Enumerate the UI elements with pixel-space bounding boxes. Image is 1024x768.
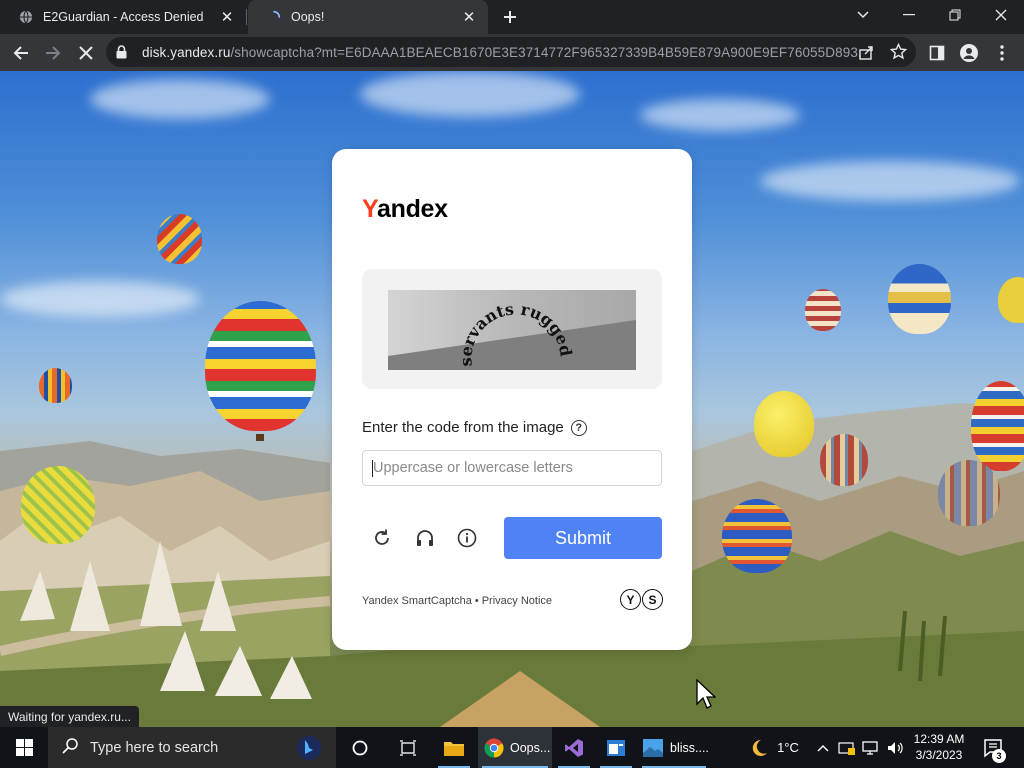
- new-tab-icon[interactable]: [498, 5, 522, 29]
- profile-avatar-icon[interactable]: [954, 38, 984, 68]
- privacy-notice-link[interactable]: Privacy Notice: [482, 595, 552, 607]
- tab-title: E2Guardian - Access Denied: [43, 10, 204, 24]
- url-host: disk.yandex.ru: [142, 45, 231, 60]
- captcha-image-panel: servants rugged: [362, 269, 662, 389]
- hot-air-balloon: [754, 391, 814, 457]
- hot-air-balloon: [805, 289, 841, 331]
- weather-temperature: 1°C: [777, 740, 799, 755]
- moon-icon: [752, 739, 768, 756]
- url-path: /showcaptcha?mt=E6DAAA1BEAECB1670E3E3714…: [230, 45, 862, 60]
- globe-icon: [18, 9, 34, 25]
- side-panel-icon[interactable]: [922, 38, 952, 68]
- hot-air-balloon: [39, 368, 72, 403]
- smartcaptcha-badge-icon[interactable]: Y S: [620, 589, 664, 611]
- badge-letter-s: S: [642, 589, 663, 610]
- chrome-window-label: Oops...: [510, 740, 551, 755]
- address-bar[interactable]: disk.yandex.ru/showcaptcha?mt=E6DAAA1BEA…: [106, 37, 916, 67]
- captcha-image: servants rugged: [388, 290, 636, 370]
- visual-studio-icon[interactable]: [554, 727, 594, 768]
- bliss-window-label: bliss....: [670, 740, 709, 755]
- loading-spinner-icon: [266, 9, 282, 25]
- footer-separator: •: [474, 595, 479, 607]
- tab-title: Oops!: [291, 10, 325, 24]
- photos-icon: [643, 738, 663, 757]
- help-question-icon[interactable]: ?: [570, 419, 587, 436]
- network-icon[interactable]: [860, 727, 882, 768]
- taskbar-bliss-button[interactable]: bliss....: [638, 727, 710, 768]
- hot-air-balloon: [157, 214, 202, 264]
- stop-loading-icon[interactable]: [71, 38, 101, 68]
- text-caret: [372, 460, 373, 477]
- cortana-icon[interactable]: [340, 727, 380, 768]
- search-placeholder: Type here to search: [90, 739, 219, 756]
- badge-letter-y: Y: [620, 589, 641, 610]
- info-icon[interactable]: [455, 526, 479, 550]
- status-bubble: Waiting for yandex.ru...: [0, 706, 139, 727]
- tab-divider: [246, 9, 247, 25]
- hot-air-balloon: [21, 466, 95, 544]
- task-view-icon[interactable]: [388, 727, 428, 768]
- clock-time: 12:39 AM: [913, 732, 965, 746]
- page-viewport: Yandex servants rugged Enter the code fr…: [0, 71, 1024, 727]
- yandex-logo[interactable]: Yandex: [362, 195, 448, 224]
- hot-air-balloon: [205, 301, 316, 431]
- captcha-card: Yandex servants rugged Enter the code fr…: [332, 149, 692, 650]
- logo-letter-y: Y: [362, 195, 377, 223]
- browser-tab-strip: E2Guardian - Access Denied ✕ Oops! ✕: [0, 0, 1024, 34]
- hot-air-balloon: [888, 264, 951, 334]
- smartcaptcha-link[interactable]: Yandex SmartCaptcha: [362, 595, 472, 607]
- hot-air-balloon: [722, 499, 792, 573]
- forward-arrow-icon[interactable]: [38, 38, 68, 68]
- notification-count-badge: 3: [992, 749, 1006, 763]
- tab-close-icon[interactable]: ✕: [460, 8, 478, 26]
- system-clock[interactable]: 12:39 AM 3/3/2023: [906, 731, 972, 763]
- tab-oops[interactable]: Oops! ✕: [248, 0, 488, 34]
- lock-icon[interactable]: [116, 45, 127, 64]
- tray-chevron-up-icon[interactable]: [814, 727, 832, 768]
- hot-air-balloon: [938, 460, 1000, 526]
- tab-close-icon[interactable]: ✕: [218, 8, 236, 26]
- kebab-menu-icon[interactable]: [987, 38, 1017, 68]
- taskbar-search-box[interactable]: Type here to search: [48, 727, 336, 768]
- app-window-icon[interactable]: [596, 727, 636, 768]
- hot-air-balloon: [971, 381, 1024, 471]
- hot-air-balloon: [820, 434, 868, 486]
- clock-date: 3/3/2023: [915, 748, 963, 762]
- restore-icon[interactable]: [932, 0, 978, 30]
- file-explorer-icon[interactable]: [434, 727, 474, 768]
- logo-rest: andex: [377, 195, 448, 223]
- browser-toolbar: disk.yandex.ru/showcaptcha?mt=E6DAAA1BEA…: [0, 34, 1024, 71]
- security-warning-icon[interactable]: [836, 727, 858, 768]
- windows-taskbar: Type here to search Oops... bliss.... 1°…: [0, 727, 1024, 768]
- volume-icon[interactable]: [884, 727, 906, 768]
- tab-search-chevron-icon[interactable]: [840, 0, 886, 30]
- mouse-cursor-icon: [696, 679, 716, 709]
- captcha-footer: Yandex SmartCaptcha • Privacy Notice: [362, 595, 552, 607]
- tab-e2guardian[interactable]: E2Guardian - Access Denied ✕: [0, 0, 246, 34]
- refresh-captcha-icon[interactable]: [370, 526, 394, 550]
- back-arrow-icon[interactable]: [6, 38, 36, 68]
- captcha-prompt: Enter the code from the image ?: [362, 419, 587, 436]
- share-icon[interactable]: [858, 44, 874, 65]
- minimize-icon[interactable]: [886, 0, 932, 30]
- url-text[interactable]: disk.yandex.ru/showcaptcha?mt=E6DAAA1BEA…: [142, 45, 862, 60]
- captcha-prompt-text: Enter the code from the image: [362, 419, 564, 436]
- bing-icon[interactable]: [296, 735, 322, 761]
- submit-button[interactable]: Submit: [504, 517, 662, 559]
- taskbar-chrome-button[interactable]: Oops...: [478, 727, 552, 768]
- balloon-basket: [256, 434, 264, 441]
- audio-captcha-headphones-icon[interactable]: [413, 526, 437, 550]
- windows-start-icon[interactable]: [0, 727, 48, 768]
- captcha-code-input[interactable]: [362, 450, 662, 486]
- search-icon: [62, 737, 78, 758]
- weather-widget[interactable]: 1°C: [742, 727, 806, 768]
- close-window-icon[interactable]: [978, 0, 1024, 30]
- chrome-icon: [484, 738, 504, 757]
- bookmark-star-icon[interactable]: [889, 42, 908, 65]
